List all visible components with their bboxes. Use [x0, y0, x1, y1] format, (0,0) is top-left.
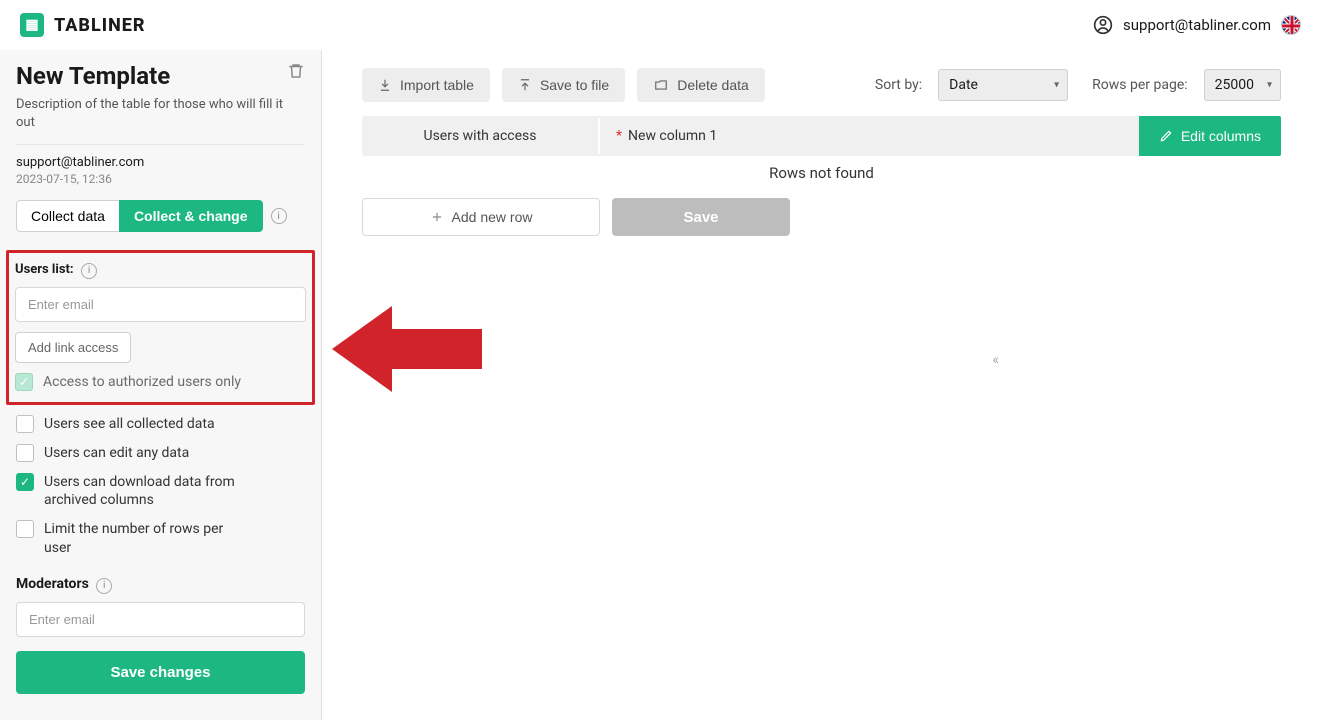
column-header-new[interactable]: * New column 1	[600, 118, 1139, 154]
checkbox-edit-any[interactable]	[16, 444, 34, 462]
info-icon[interactable]: i	[81, 263, 97, 279]
button-label: Import table	[400, 77, 474, 93]
timestamp: 2023-07-15, 12:36	[16, 172, 305, 186]
checkbox-authorized-only[interactable]: ✓	[15, 373, 33, 391]
table-header: Users with access * New column 1 Edit col…	[362, 116, 1281, 156]
users-email-input[interactable]	[15, 287, 306, 322]
save-to-file-button[interactable]: Save to file	[502, 68, 625, 102]
rows-per-page-label: Rows per page:	[1092, 77, 1187, 93]
save-changes-button[interactable]: Save changes	[16, 651, 305, 694]
user-icon	[1093, 15, 1113, 35]
delete-data-button[interactable]: Delete data	[637, 68, 765, 102]
checkbox-label: Users see all collected data	[44, 415, 215, 434]
select-value: 25000	[1215, 77, 1254, 93]
brand-name: TABLINER	[54, 15, 146, 36]
tab-collect-and-change[interactable]: Collect & change	[119, 200, 263, 232]
users-list-highlight: Users list: i Add link access ✓ Access t…	[6, 250, 315, 404]
required-star-icon: *	[616, 128, 622, 144]
template-description: Description of the table for those who w…	[16, 96, 305, 145]
moderators-email-input[interactable]	[16, 602, 305, 637]
sort-by-label: Sort by:	[875, 77, 922, 93]
folder-delete-icon	[653, 78, 669, 92]
upload-icon	[518, 78, 532, 92]
checkbox-label: Users can download data from archived co…	[44, 473, 264, 511]
checkbox-label: Limit the number of rows per user	[44, 520, 244, 558]
save-button[interactable]: Save	[612, 198, 790, 236]
logo-area[interactable]: ▦ TABLINER	[20, 13, 146, 37]
add-new-row-button[interactable]: Add new row	[362, 198, 600, 236]
checkbox-see-all[interactable]	[16, 415, 34, 433]
sort-by-select[interactable]: Date ▾	[938, 69, 1068, 101]
import-table-button[interactable]: Import table	[362, 68, 490, 102]
checkbox-download-archived[interactable]: ✓	[16, 473, 34, 491]
edit-columns-button[interactable]: Edit columns	[1139, 116, 1281, 156]
delete-template-icon[interactable]	[287, 62, 305, 80]
info-icon[interactable]: i	[96, 578, 112, 594]
select-value: Date	[949, 77, 978, 93]
annotation-arrow-icon	[332, 302, 482, 396]
language-flag-icon[interactable]	[1281, 15, 1301, 35]
empty-rows-message: Rows not found	[362, 164, 1281, 182]
button-label: Add new row	[452, 209, 533, 225]
plus-icon	[430, 210, 444, 224]
button-label: Delete data	[677, 77, 749, 93]
column-label: New column 1	[628, 128, 717, 144]
info-icon[interactable]: i	[271, 208, 287, 224]
checkbox-label: Users can edit any data	[44, 444, 189, 463]
button-label: Edit columns	[1181, 128, 1261, 144]
sidebar: New Template Description of the table fo…	[0, 50, 322, 720]
checkbox-label: Access to authorized users only	[43, 373, 241, 392]
logo-icon: ▦	[20, 13, 44, 37]
users-list-label: Users list:	[15, 262, 74, 277]
pencil-icon	[1159, 129, 1173, 143]
tab-collect-data[interactable]: Collect data	[16, 200, 119, 232]
download-icon	[378, 78, 392, 92]
collapse-sidebar-icon[interactable]: «	[992, 352, 999, 368]
moderators-label: Moderators	[16, 576, 89, 592]
template-title: New Template	[16, 62, 170, 90]
column-header-users[interactable]: Users with access	[362, 118, 600, 154]
add-link-access-button[interactable]: Add link access	[15, 332, 131, 363]
rows-per-page-select[interactable]: 25000 ▾	[1204, 69, 1281, 101]
chevron-down-icon: ▾	[1054, 80, 1059, 91]
checkbox-limit-rows[interactable]	[16, 520, 34, 538]
header-user-email[interactable]: support@tabliner.com	[1123, 16, 1271, 34]
owner-email: support@tabliner.com	[16, 155, 305, 170]
chevron-down-icon: ▾	[1267, 80, 1272, 91]
button-label: Save to file	[540, 77, 609, 93]
